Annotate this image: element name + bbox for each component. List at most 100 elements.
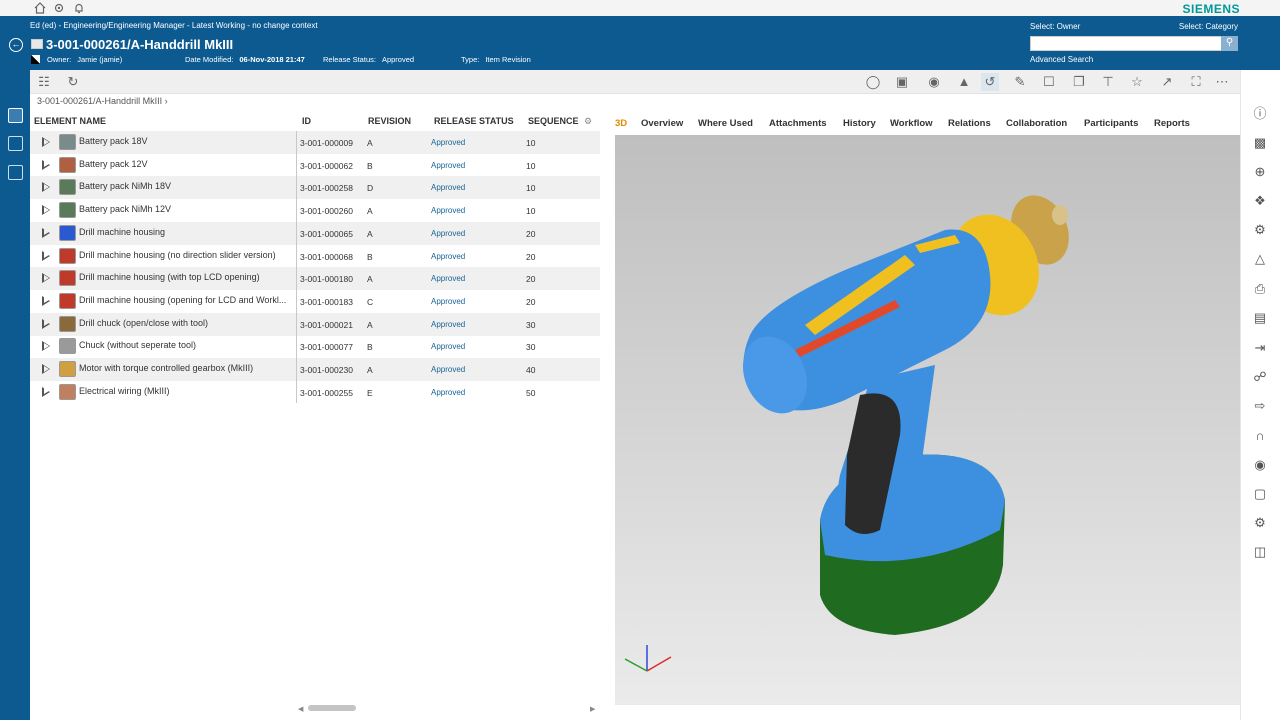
scroll-thumb[interactable] <box>308 705 356 711</box>
element-name[interactable]: Chuck (without seperate tool) <box>79 340 294 350</box>
table-row[interactable]: Drill machine housing 3-001-000065 A Approv… <box>30 221 600 245</box>
tab-3d[interactable]: 3D <box>615 118 627 129</box>
col-element-name[interactable]: ELEMENT NAME <box>34 116 106 126</box>
drill-model[interactable] <box>615 135 1240 705</box>
breadcrumb-item[interactable]: 3-001-000261/A-Handdrill MkIII <box>37 96 162 106</box>
gear-settings-icon[interactable]: ⚙ <box>1251 515 1269 531</box>
table-row[interactable]: Battery pack NiMh 18V 3-001-000258 D Approv… <box>30 176 600 200</box>
tab-collaboration[interactable]: Collaboration <box>1006 118 1067 129</box>
element-name[interactable]: Drill machine housing (no direction slid… <box>79 250 294 260</box>
table-row[interactable]: Drill chuck (open/close with tool) 3-001-… <box>30 312 600 336</box>
more-icon[interactable]: ⋯ <box>1213 73 1231 91</box>
tab-workflow[interactable]: Workflow <box>890 118 933 129</box>
related-icon[interactable] <box>8 136 23 151</box>
expand-icon[interactable] <box>42 341 50 352</box>
column-divider[interactable] <box>296 131 297 403</box>
tab-reports[interactable]: Reports <box>1154 118 1190 129</box>
workspace-icon[interactable] <box>8 165 23 180</box>
screen-icon[interactable]: ◫ <box>1251 544 1269 560</box>
compare-icon[interactable]: ◯ <box>864 73 882 91</box>
home-icon[interactable] <box>34 2 46 14</box>
3d-viewer[interactable] <box>615 135 1240 705</box>
add-icon[interactable]: ⊕ <box>1251 164 1269 180</box>
structure-icon[interactable] <box>8 108 23 123</box>
user-context[interactable]: Ed (ed) - Engineering/Engineering Manage… <box>30 21 318 30</box>
cube-icon[interactable]: ▢ <box>1251 486 1269 502</box>
select-owner[interactable]: Select: Owner <box>1030 22 1080 31</box>
share-icon[interactable]: ☐ <box>1040 73 1058 91</box>
table-row[interactable]: Battery pack NiMh 12V 3-001-000260 A Approv… <box>30 199 600 222</box>
scroll-left-arrow[interactable]: ◀ <box>298 705 303 713</box>
eye-icon[interactable]: ◉ <box>925 73 943 91</box>
expand-icon[interactable] <box>42 295 50 306</box>
search-icon[interactable]: ⚲ <box>1221 36 1238 51</box>
col-sequence[interactable]: SEQUENCE <box>528 116 579 126</box>
snapshot-icon[interactable]: ▣ <box>893 73 911 91</box>
table-row[interactable]: Electrical wiring (MkIII) 3-001-000255 E Ap… <box>30 381 600 404</box>
element-name[interactable]: Electrical wiring (MkIII) <box>79 386 294 396</box>
info-icon[interactable]: ⓘ <box>1251 106 1269 122</box>
structure-compare-icon[interactable]: ▩ <box>1251 135 1269 151</box>
expand-icon[interactable] <box>42 364 50 374</box>
element-name[interactable]: Drill machine housing (with top LCD open… <box>79 272 294 282</box>
back-icon[interactable]: ← <box>9 38 23 52</box>
col-id[interactable]: ID <box>302 116 311 126</box>
horizontal-scrollbar[interactable]: ◀ ▶ <box>298 703 598 713</box>
shape-icon[interactable]: ▲ <box>955 73 973 91</box>
camera-icon[interactable]: ◉ <box>1251 457 1269 473</box>
pin-icon[interactable]: ⊤ <box>1099 73 1117 91</box>
tab-where-used[interactable]: Where Used <box>698 118 753 129</box>
tab-history[interactable]: History <box>843 118 876 129</box>
assembly-icon[interactable]: ❖ <box>1251 193 1269 209</box>
star-icon[interactable]: ☆ <box>1128 73 1146 91</box>
tab-overview[interactable]: Overview <box>641 118 683 129</box>
expand-icon[interactable] <box>42 318 50 329</box>
element-name[interactable]: Battery pack 12V <box>79 159 294 169</box>
table-row[interactable]: Battery pack 12V 3-001-000062 B Approved 10 <box>30 154 600 177</box>
print-icon[interactable]: ⎙ <box>1251 281 1269 297</box>
tab-participants[interactable]: Participants <box>1084 118 1138 129</box>
table-row[interactable]: Drill machine housing (with top LCD open… <box>30 267 600 291</box>
expand-icon[interactable] <box>42 227 50 238</box>
col-release-status[interactable]: RELEASE STATUS <box>434 116 514 126</box>
link-icon[interactable]: ☍ <box>1251 369 1269 385</box>
column-settings-icon[interactable]: ⚙ <box>584 116 592 127</box>
element-name[interactable]: Battery pack NiMh 18V <box>79 181 294 191</box>
element-name[interactable]: Motor with torque controlled gearbox (Mk… <box>79 363 294 373</box>
select-category[interactable]: Select: Category <box>1179 22 1238 31</box>
curve-icon[interactable]: ∩ <box>1251 428 1269 444</box>
tab-attachments[interactable]: Attachments <box>769 118 827 129</box>
export-icon[interactable]: ⇨ <box>1251 398 1269 414</box>
bell-icon[interactable] <box>73 2 85 14</box>
table-row[interactable]: Drill machine housing (opening for LCD a… <box>30 290 600 313</box>
breadcrumb[interactable]: 3-001-000261/A-Handdrill MkIII › <box>37 96 168 106</box>
scroll-right-arrow[interactable]: ▶ <box>590 705 595 713</box>
search-input[interactable] <box>1030 36 1222 51</box>
fullscreen-icon[interactable]: ⛶ <box>1187 73 1205 91</box>
table-row[interactable]: Drill machine housing (no direction slid… <box>30 245 600 268</box>
table-row[interactable]: Chuck (without seperate tool) 3-001-00007… <box>30 335 600 358</box>
expand-icon[interactable] <box>42 137 50 147</box>
report-icon[interactable]: ▤ <box>1251 310 1269 326</box>
element-name[interactable]: Battery pack NiMh 12V <box>79 204 294 214</box>
open-external-icon[interactable]: ↗ <box>1158 73 1176 91</box>
table-row[interactable]: Battery pack 18V 3-001-000009 A Approved 10 <box>30 131 600 154</box>
expand-icon[interactable] <box>42 205 50 216</box>
element-name[interactable]: Drill machine housing (opening for LCD a… <box>79 295 294 305</box>
expand-icon[interactable] <box>42 159 50 170</box>
element-name[interactable]: Drill machine housing <box>79 227 294 237</box>
expand-icon[interactable] <box>42 182 50 193</box>
expand-icon[interactable] <box>42 273 50 284</box>
edit-icon[interactable]: ✎ <box>1011 73 1029 91</box>
element-name[interactable]: Drill chuck (open/close with tool) <box>79 318 294 328</box>
import-icon[interactable]: ⇥ <box>1251 340 1269 356</box>
refresh-icon[interactable]: ↻ <box>64 73 82 91</box>
col-revision[interactable]: REVISION <box>368 116 411 126</box>
table-row[interactable]: Motor with torque controlled gearbox (Mk… <box>30 358 600 381</box>
markup-icon[interactable]: △ <box>1251 251 1269 267</box>
replace-icon[interactable]: ⚙ <box>1251 222 1269 238</box>
advanced-search-link[interactable]: Advanced Search <box>1030 55 1093 64</box>
element-name[interactable]: Battery pack 18V <box>79 136 294 146</box>
copy-icon[interactable]: ❐ <box>1070 73 1088 91</box>
expand-icon[interactable] <box>42 250 50 261</box>
